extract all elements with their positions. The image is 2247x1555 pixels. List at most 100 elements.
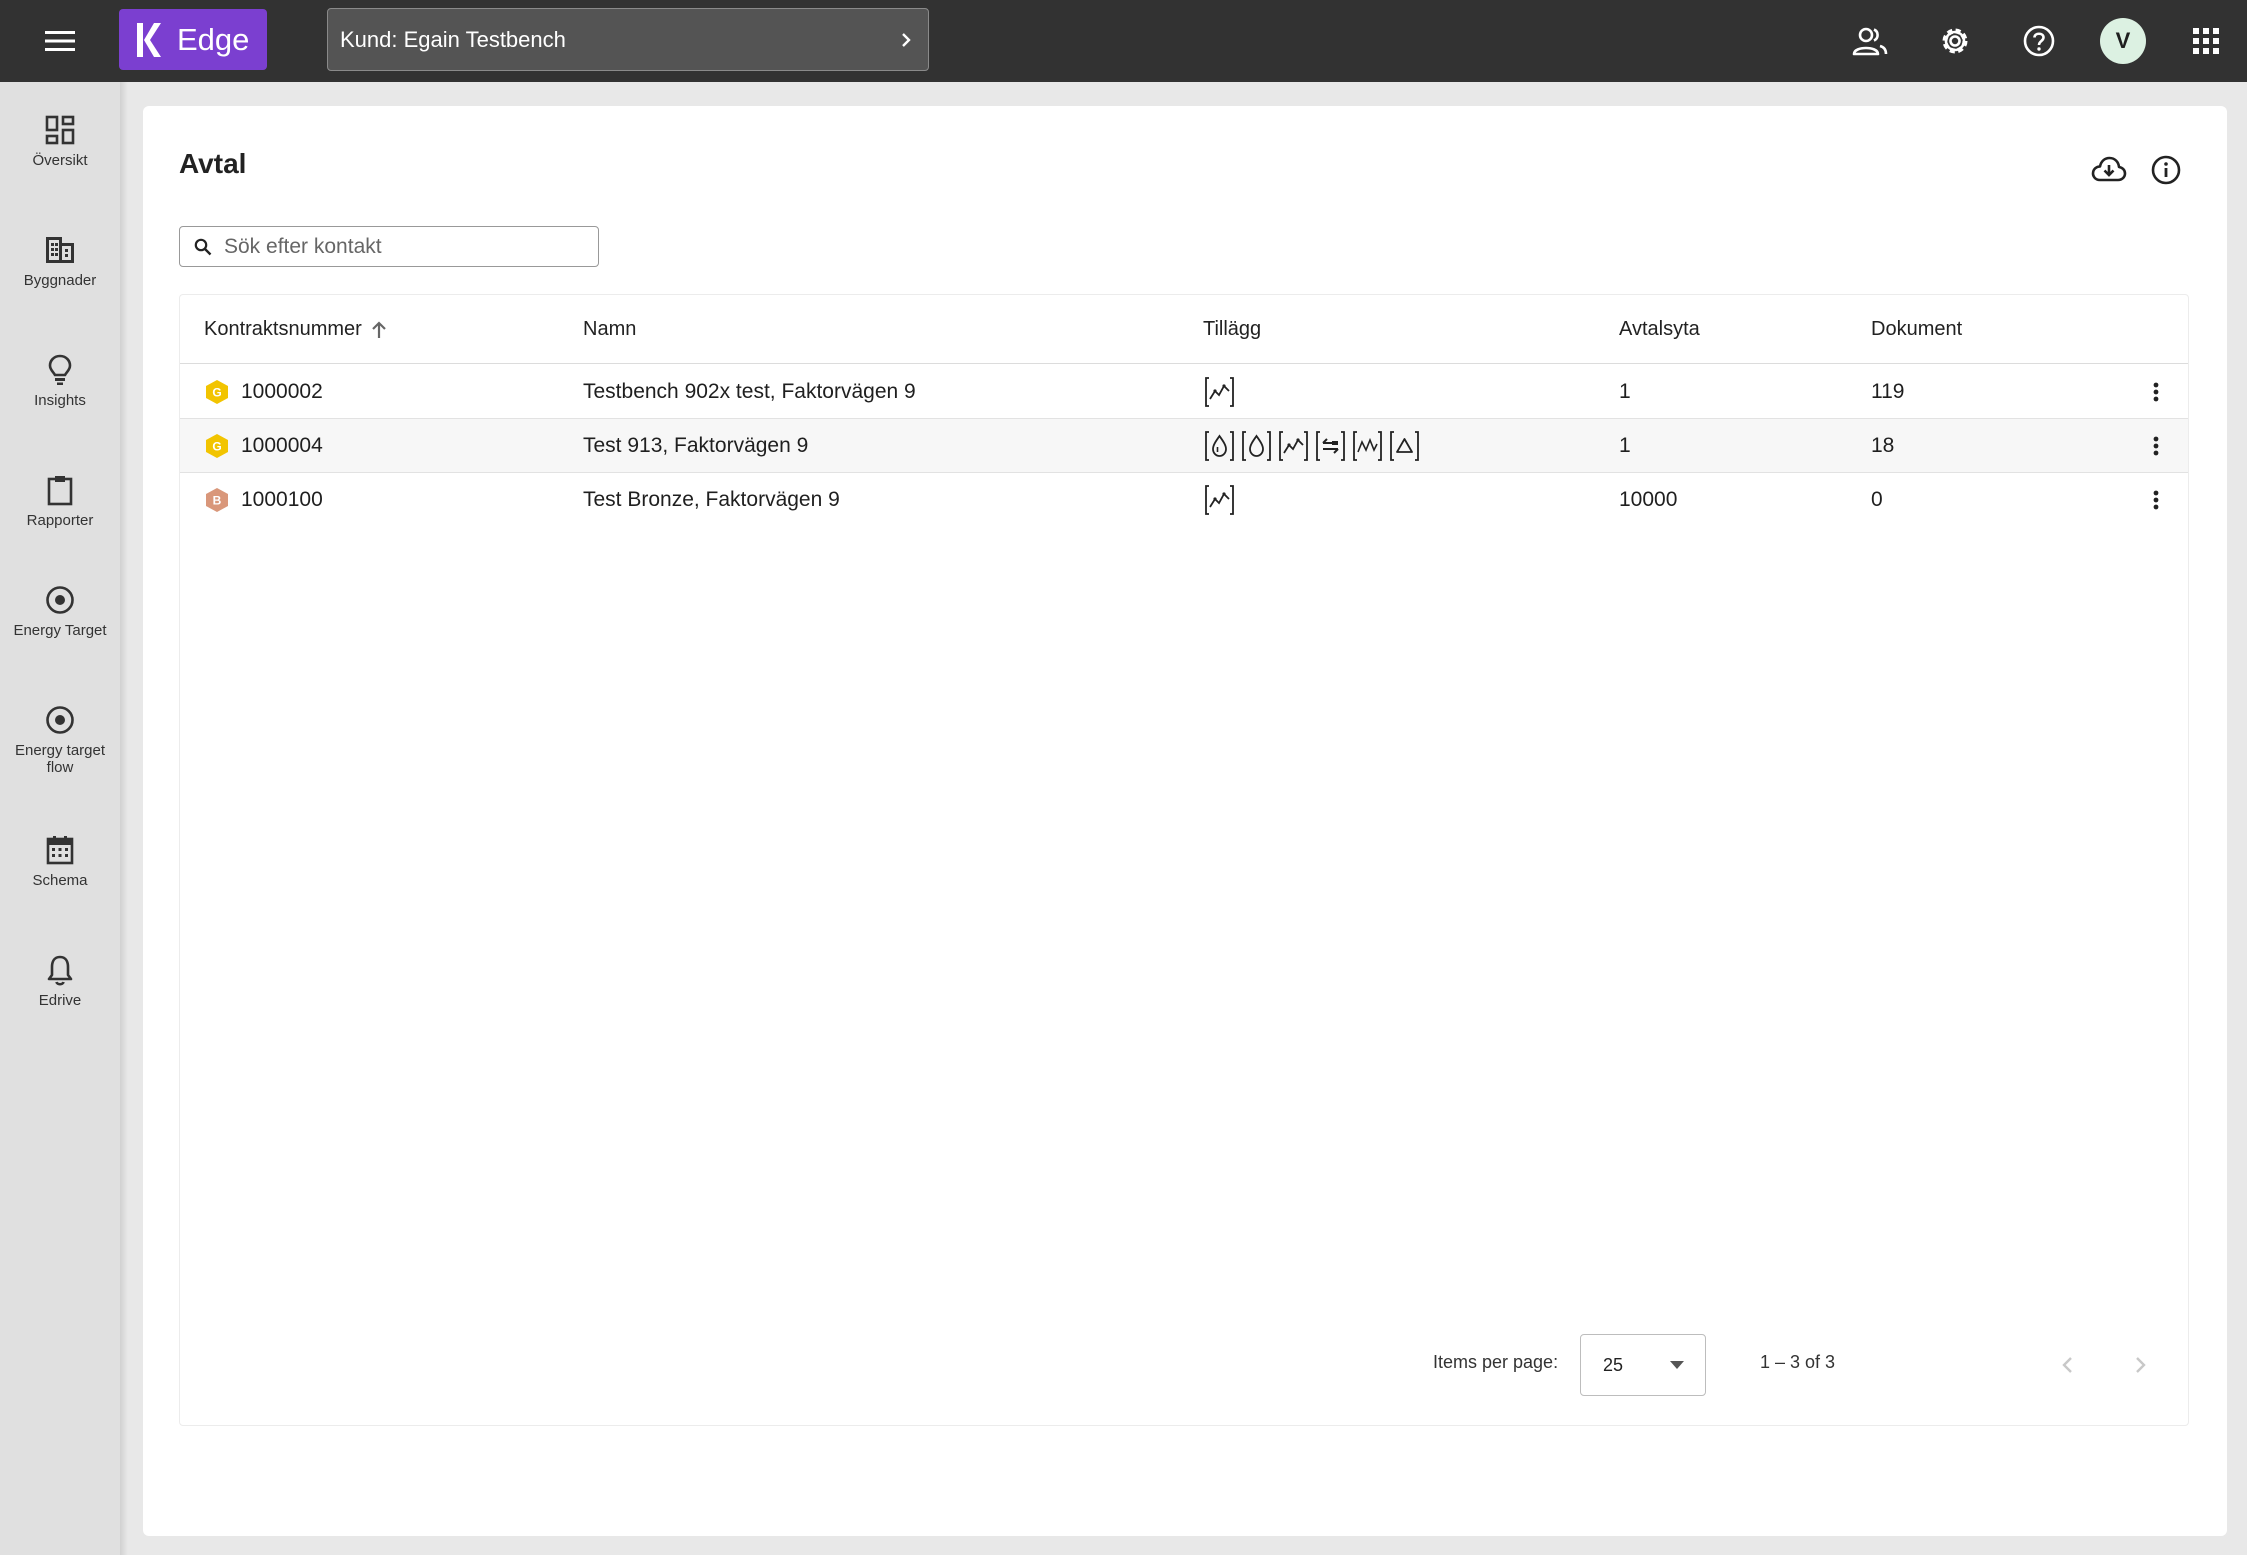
- cloud-download-icon: [2091, 156, 2127, 182]
- nav-item-insights[interactable]: Insights: [0, 352, 120, 409]
- top-app-bar: Edge Kund: Egain Testbench V: [0, 0, 2247, 82]
- area-value: 1: [1619, 434, 1631, 457]
- badge-letter: B: [213, 494, 222, 508]
- logo-text: Edge: [177, 21, 250, 57]
- documents-value: 0: [1871, 488, 1883, 511]
- menu-icon: [45, 31, 75, 51]
- customer-selector[interactable]: Kund: Egain Testbench: [327, 8, 929, 71]
- chart-line-icon: [1203, 376, 1236, 408]
- contract-name: Test Bronze, Faktorvägen 9: [583, 488, 840, 511]
- contract-cell: G 1000002: [204, 365, 323, 419]
- nav-label: Schema: [32, 872, 88, 889]
- users-button[interactable]: [1846, 17, 1894, 65]
- area-value: 1: [1619, 380, 1631, 403]
- gear-icon: [1942, 28, 1968, 54]
- nav-label: Edrive: [38, 992, 82, 1009]
- search-input[interactable]: [224, 234, 584, 259]
- dashboard-icon: [42, 112, 78, 148]
- badge-letter: G: [212, 386, 221, 400]
- more-vertical-icon: [2153, 382, 2159, 402]
- column-header-namn[interactable]: Namn: [583, 295, 636, 364]
- help-icon: [2023, 25, 2055, 57]
- addons-cell: [1203, 473, 1236, 527]
- nav-item-energy-target-flow[interactable]: Energy target flow: [0, 702, 120, 776]
- building-icon: [42, 232, 78, 268]
- dropdown-arrow-icon: [1670, 1361, 1684, 1369]
- chevron-left-icon: [2062, 1357, 2072, 1373]
- documents-value: 119: [1871, 380, 1905, 403]
- menu-button[interactable]: [40, 21, 80, 61]
- target-icon: [42, 702, 78, 738]
- side-navigation: Översikt Byggnader Insights Rapporter En…: [0, 82, 120, 1555]
- column-header-tillagg[interactable]: Tillägg: [1203, 295, 1261, 364]
- search-icon: [194, 238, 212, 255]
- chevron-right-icon: [902, 32, 911, 47]
- bronze-badge-icon: B: [204, 487, 230, 513]
- settings-button[interactable]: [1931, 17, 1979, 65]
- items-per-page-select[interactable]: 25: [1580, 1334, 1706, 1396]
- documents-value: 18: [1871, 434, 1895, 457]
- users-icon: [1852, 27, 1888, 56]
- row-menu-button[interactable]: [2140, 484, 2172, 516]
- drop-icon: [1203, 430, 1236, 462]
- column-header-avtalsyta[interactable]: Avtalsyta: [1619, 295, 1700, 364]
- transfer-icon: [1314, 430, 1347, 462]
- drop-outline-icon: [1240, 430, 1273, 462]
- lightbulb-icon: [42, 352, 78, 388]
- table-header: Kontraktsnummer Namn Tillägg Avtalsyta D…: [180, 295, 2188, 364]
- target-icon: [42, 582, 78, 618]
- addons-cell: [1203, 365, 1236, 419]
- table-row[interactable]: G 1000002 Testbench 902x test, Faktorväg…: [180, 365, 2188, 419]
- contract-cell: G 1000004: [204, 419, 323, 473]
- gold-badge-icon: G: [204, 433, 230, 459]
- user-avatar[interactable]: V: [2100, 18, 2146, 64]
- badge-letter: G: [212, 440, 221, 454]
- contract-name: Test 913, Faktorvägen 9: [583, 434, 809, 457]
- gold-badge-icon: G: [204, 379, 230, 405]
- chart-line-icon: [1277, 430, 1310, 462]
- addons-cell: [1203, 419, 1421, 473]
- contract-number: 1000004: [241, 434, 323, 457]
- app-logo[interactable]: Edge: [119, 9, 267, 70]
- area-value: 10000: [1619, 488, 1678, 511]
- column-header-kontraktsnummer[interactable]: Kontraktsnummer: [204, 295, 388, 364]
- contracts-table: Kontraktsnummer Namn Tillägg Avtalsyta D…: [179, 294, 2189, 1426]
- nav-item-rapporter[interactable]: Rapporter: [0, 472, 120, 529]
- items-per-page-label: Items per page:: [1433, 1352, 1559, 1372]
- download-button[interactable]: [2087, 148, 2131, 192]
- wave-icon: [1351, 430, 1384, 462]
- contract-cell: B 1000100: [204, 473, 323, 527]
- sidenav-shadow: [120, 82, 128, 1555]
- nav-item-byggnader[interactable]: Byggnader: [0, 232, 120, 289]
- column-header-dokument[interactable]: Dokument: [1871, 295, 1962, 364]
- page-range-label: 1 – 3 of 3: [1760, 1352, 1836, 1372]
- contracts-card: Avtal Kontraktsnummer Namn Tillägg Avtal…: [143, 106, 2227, 1536]
- clipboard-icon: [42, 472, 78, 508]
- contract-number: 1000002: [241, 380, 323, 403]
- next-page-button[interactable]: [2120, 1345, 2160, 1385]
- nav-label: Byggnader: [23, 272, 97, 289]
- row-menu-button[interactable]: [2140, 430, 2172, 462]
- info-button[interactable]: [2144, 148, 2188, 192]
- row-menu-button[interactable]: [2140, 376, 2172, 408]
- arrow-up-icon: [372, 320, 386, 338]
- customer-label: Kund: Egain Testbench: [340, 26, 566, 52]
- page-title: Avtal: [179, 148, 247, 179]
- nav-item-oversikt[interactable]: Översikt: [0, 112, 120, 169]
- chevron-right-icon: [2136, 1357, 2146, 1373]
- k-logo-icon: [137, 22, 161, 57]
- apps-button[interactable]: [2182, 17, 2230, 65]
- previous-page-button[interactable]: [2048, 1345, 2088, 1385]
- nav-label: Energy target flow: [14, 742, 106, 776]
- table-row[interactable]: G 1000004 Test 913, Faktorvägen 9 1 18: [180, 419, 2188, 473]
- nav-item-energy-target[interactable]: Energy Target: [0, 582, 120, 639]
- search-field[interactable]: [179, 226, 599, 267]
- table-row[interactable]: B 1000100 Test Bronze, Faktorvägen 9 100…: [180, 473, 2188, 527]
- nav-item-schema[interactable]: Schema: [0, 832, 120, 889]
- calendar-icon: [42, 832, 78, 868]
- help-button[interactable]: [2015, 17, 2063, 65]
- nav-item-edrive[interactable]: Edrive: [0, 952, 120, 1009]
- nav-label: Energy Target: [13, 622, 107, 639]
- items-per-page-value: 25: [1603, 1354, 1624, 1375]
- nav-label: Insights: [34, 392, 86, 409]
